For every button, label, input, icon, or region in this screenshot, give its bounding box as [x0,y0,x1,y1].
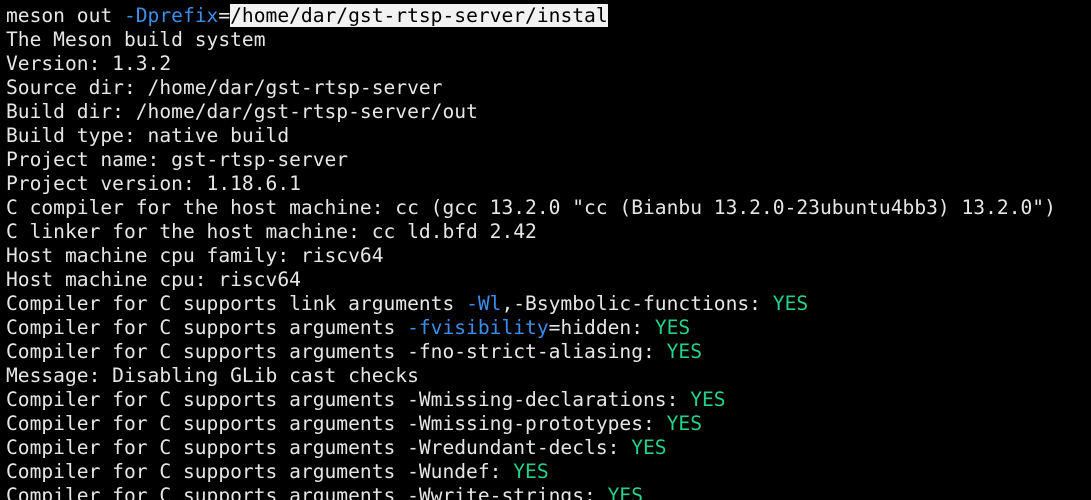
option-highlight: -fvisibility [407,316,549,339]
text-segment: Compiler for C supports arguments -Wmiss… [6,388,691,411]
option-highlight: -Wl [466,292,502,315]
yes-status: YES [690,388,726,411]
output-line: Compiler for C supports arguments -fno-s… [6,340,702,364]
terminal-window[interactable]: meson out -Dprefix=/home/dar/gst-rtsp-se… [0,0,1091,500]
option-highlight: -Dprefix [123,4,219,27]
output-line: Compiler for C supports arguments -Wmiss… [6,388,726,412]
output-line: Compiler for C supports arguments -Wunde… [6,460,549,484]
text-segment: Project version: 1.18.6.1 [6,172,301,195]
output-line: C compiler for the host machine: cc (gcc… [6,196,1056,220]
text-segment: Compiler for C supports arguments [6,316,408,339]
output-line: C linker for the host machine: cc ld.bfd… [6,220,537,244]
text-segment: C linker for the host machine: cc ld.bfd… [6,220,537,243]
text-segment: Compiler for C supports arguments -Wmiss… [6,412,667,435]
text-segment: The Meson build system [6,28,266,51]
text-segment: Build type: native build [6,124,290,147]
output-line: Compiler for C supports arguments -Wredu… [6,436,667,460]
selected-text: /home/dar/gst-rtsp-server/instal [230,4,608,27]
text-segment: Source dir: /home/dar/gst-rtsp-server [6,76,443,99]
output-line: Message: Disabling GLib cast checks [6,364,419,388]
output-line: Compiler for C supports arguments -Wmiss… [6,412,702,436]
yes-status: YES [607,484,644,500]
yes-status: YES [666,340,702,363]
command-line: meson out -Dprefix=/home/dar/gst-rtsp-se… [6,4,608,28]
output-line: Version: 1.3.2 [6,52,171,76]
text-segment: meson out [6,4,124,27]
text-segment: Compiler for C supports link arguments [6,292,467,315]
text-segment: C compiler for the host machine: cc (gcc… [6,196,1056,219]
output-line: Build dir: /home/dar/gst-rtsp-server/out [6,100,478,124]
output-line: Host machine cpu family: riscv64 [6,244,384,268]
output-line: Project name: gst-rtsp-server [6,148,348,172]
output-line: Host machine cpu: riscv64 [6,268,301,292]
text-segment: Message: Disabling GLib cast checks [6,364,419,387]
text-segment: Compiler for C supports arguments -fno-s… [6,340,667,363]
text-segment: = [218,4,231,27]
text-segment: Build dir: /home/dar/gst-rtsp-server/out [6,100,478,123]
output-line: The Meson build system [6,28,266,52]
yes-status: YES [666,412,702,435]
text-segment: =hidden: [548,316,655,339]
text-segment: ,-Bsymbolic-functions: [501,292,773,315]
output-line: Compiler for C supports arguments -fvisi… [6,316,690,340]
text-segment: Compiler for C supports arguments -Wwrit… [6,484,608,500]
text-segment: Version: 1.3.2 [6,52,172,75]
text-segment: Host machine cpu: riscv64 [6,268,301,291]
text-segment: Compiler for C supports arguments -Wunde… [6,460,514,483]
output-line: Compiler for C supports link arguments -… [6,292,808,316]
text-segment: Project name: gst-rtsp-server [6,148,349,171]
output-line: Build type: native build [6,124,289,148]
yes-status: YES [772,292,809,315]
output-line: Compiler for C supports arguments -Wwrit… [6,484,643,500]
text-segment: Host machine cpu family: riscv64 [6,244,384,267]
yes-status: YES [631,436,667,459]
output-line: Source dir: /home/dar/gst-rtsp-server [6,76,442,100]
output-line: Project version: 1.18.6.1 [6,172,301,196]
yes-status: YES [513,460,549,483]
text-segment: Compiler for C supports arguments -Wredu… [6,436,632,459]
yes-status: YES [654,316,691,339]
